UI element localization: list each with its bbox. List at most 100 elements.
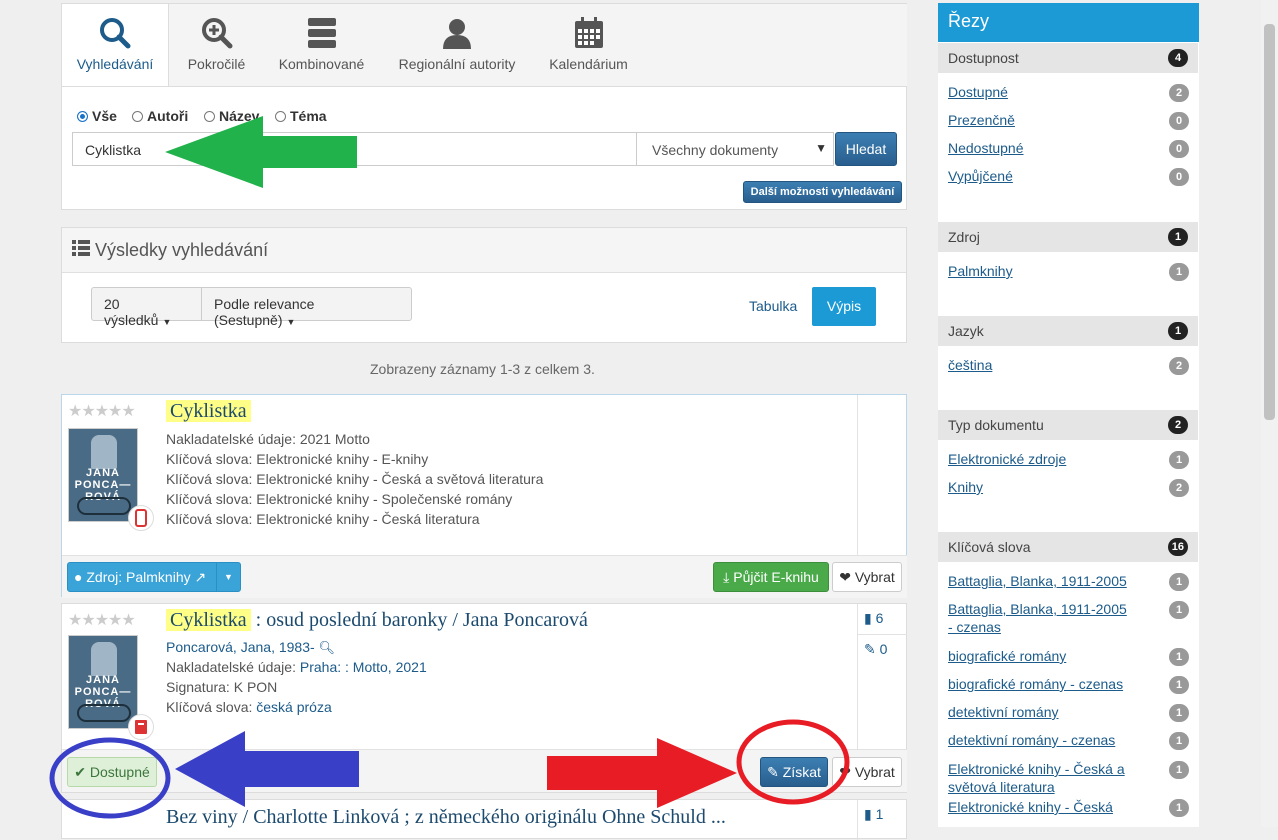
tab-label: Kombinované xyxy=(278,56,365,72)
user-icon xyxy=(443,19,471,49)
results-title: Výsledky vyhledávání xyxy=(95,240,269,260)
facet-item-link[interactable]: Elektronické zdroje xyxy=(948,450,1128,468)
external-link-icon: ↗ xyxy=(194,569,207,585)
edits-count[interactable]: ✎ 0 xyxy=(864,641,887,658)
facet-group-header[interactable]: Dostupnost 4 xyxy=(938,43,1198,73)
caret-down-icon: ▼ xyxy=(286,317,296,327)
results-header: Výsledky vyhledávání xyxy=(62,228,906,273)
facet-count-badge: 4 xyxy=(1168,49,1188,67)
record-title[interactable]: Cyklistka xyxy=(166,400,251,423)
pencil-icon: ✎ xyxy=(864,641,876,657)
facet-group-header[interactable]: Klíčová slova 16 xyxy=(938,532,1198,562)
facet-item-count-badge: 2 xyxy=(1169,84,1189,102)
sort-dropdown[interactable]: Podle relevance (Sestupně) ▼ xyxy=(201,287,412,328)
facet-item-count-badge: 1 xyxy=(1169,601,1189,619)
source-dropdown-toggle[interactable]: ▼ xyxy=(216,562,241,592)
red-circle-annotation xyxy=(736,719,850,805)
facet-item-link[interactable]: Battaglia, Blanka, 1911-2005 - czenas xyxy=(948,600,1128,636)
facet-item-link[interactable]: detektivní romány xyxy=(948,703,1128,721)
search-panel: Vyhledávání Pokročilé Kombinované Region… xyxy=(61,3,907,210)
results-summary: Zobrazeny záznamy 1-3 z celkem 3. xyxy=(370,361,595,377)
copies-count[interactable]: ▮ 6 xyxy=(864,610,883,632)
facet-item-link[interactable]: Battaglia, Blanka, 1911-2005 xyxy=(948,572,1128,590)
keyword-link[interactable]: česká próza xyxy=(256,699,331,715)
tab-calendar[interactable]: Kalendárium xyxy=(535,4,642,86)
caret-down-icon: ▼ xyxy=(224,572,233,582)
record-title[interactable]: Cyklistka : osud poslední baronky / Jana… xyxy=(166,609,588,632)
red-arrow-annotation xyxy=(547,738,737,808)
facet-count-badge: 2 xyxy=(1168,416,1188,434)
facet-item-link[interactable]: Elektronické knihy - Česká xyxy=(948,798,1128,816)
facet-item-count-badge: 2 xyxy=(1169,357,1189,375)
record-line: Klíčová slova: Elektronické knihy - Česk… xyxy=(166,471,544,487)
facet-item-count-badge: 1 xyxy=(1169,573,1189,591)
caret-down-icon: ▼ xyxy=(162,317,172,327)
facet-item-link[interactable]: čeština xyxy=(948,356,1128,374)
facet-sidebar: Řezy Dostupnost 4 Dostupné 2 Prezenčně 0 Nedos… xyxy=(938,3,1199,827)
facet-item-count-badge: 1 xyxy=(1169,704,1189,722)
server-icon xyxy=(307,18,336,48)
facet-count-badge: 16 xyxy=(1167,538,1188,556)
record-line: Klíčová slova: česká próza xyxy=(166,699,332,715)
download-icon: ⤓ xyxy=(723,569,730,585)
facet-item-link[interactable]: biografické romány xyxy=(948,647,1128,665)
tab-search[interactable]: Vyhledávání xyxy=(62,4,169,86)
source-button[interactable]: ● Zdroj: Palmknihy ↗ xyxy=(67,562,217,592)
facet-item-count-badge: 1 xyxy=(1169,761,1189,779)
tab-label: Regionální autority xyxy=(398,56,516,72)
rating-stars[interactable]: ★★★★★ xyxy=(68,401,136,421)
publisher-link[interactable]: Praha: : Motto, 2021 xyxy=(300,659,427,675)
record-line: Klíčová slova: Elektronické knihy - E-kn… xyxy=(166,451,429,467)
record-title[interactable]: Bez viny / Charlotte Linková ; z německé… xyxy=(166,806,726,829)
facet-count-badge: 1 xyxy=(1168,228,1188,246)
facet-item-count-badge: 1 xyxy=(1169,451,1189,469)
copies-count[interactable]: ▮ 1 xyxy=(864,806,883,823)
blue-arrow-annotation xyxy=(175,731,359,807)
tab-combined[interactable]: Kombinované xyxy=(264,4,379,86)
globe-icon: ● xyxy=(74,569,83,585)
record-line: Nakladatelské údaje: 2021 Motto xyxy=(166,431,370,447)
facet-item-link[interactable]: Dostupné xyxy=(948,83,1128,101)
facet-item-link[interactable]: biografické romány - czenas xyxy=(948,675,1128,693)
facet-group-header[interactable]: Typ dokumentu 2 xyxy=(938,410,1198,440)
more-options-button[interactable]: Další možnosti vyhledávání xyxy=(743,181,902,203)
select-button[interactable]: ❤ Vybrat xyxy=(832,562,902,592)
search-submit-button[interactable]: Hledat xyxy=(835,132,897,166)
facet-item-count-badge: 1 xyxy=(1169,676,1189,694)
facet-item-count-badge: 1 xyxy=(1169,799,1189,817)
rating-stars[interactable]: ★★★★★ xyxy=(68,610,136,630)
results-panel: Výsledky vyhledávání 20 výsledků ▼ Podle … xyxy=(61,227,907,343)
facet-item-link[interactable]: Elektronické knihy - Česká a světová lit… xyxy=(948,760,1128,796)
radio-dot xyxy=(77,110,88,122)
view-table-link[interactable]: Tabulka xyxy=(749,298,797,314)
facet-item-link[interactable]: Nedostupné xyxy=(948,139,1128,157)
per-page-dropdown[interactable]: 20 výsledků ▼ xyxy=(91,287,202,328)
book-cover[interactable]: JANA PONCA—ROVÁ xyxy=(68,635,138,729)
facet-item-link[interactable]: Vypůjčené xyxy=(948,167,1128,185)
tab-label: Vyhledávání xyxy=(76,56,154,72)
doc-type-select[interactable]: Všechny dokumenty ▼ xyxy=(636,132,834,166)
tab-label: Pokročilé xyxy=(187,56,246,72)
facet-sidebar-title: Řezy xyxy=(938,3,1199,42)
facet-item-link[interactable]: Knihy xyxy=(948,478,1128,496)
scrollbar-thumb[interactable] xyxy=(1264,24,1275,420)
tab-regional-authorities[interactable]: Regionální autority xyxy=(379,4,535,86)
facet-group-header[interactable]: Zdroj 1 xyxy=(938,222,1198,252)
record-author[interactable]: Poncarová, Jana, 1983- 🔍︎ xyxy=(166,639,335,656)
borrow-ebook-button[interactable]: ⤓ Půjčit E-knihu xyxy=(713,562,829,592)
record-line: Klíčová slova: Elektronické knihy - Česk… xyxy=(166,511,480,527)
facet-count-badge: 1 xyxy=(1168,322,1188,340)
facet-group-header[interactable]: Jazyk 1 xyxy=(938,316,1198,346)
facet-item-count-badge: 2 xyxy=(1169,479,1189,497)
radio-all[interactable]: Vše xyxy=(77,108,117,124)
book-cover[interactable]: JANA PONCA—ROVÁ xyxy=(68,428,138,522)
page-scrollbar[interactable] xyxy=(1261,0,1278,827)
facet-item-link[interactable]: Palmknihy xyxy=(948,262,1128,280)
view-list-button[interactable]: Výpis xyxy=(812,287,876,326)
facet-item-link[interactable]: Prezenčně xyxy=(948,111,1128,129)
search-icon[interactable]: 🔍︎ xyxy=(319,640,336,655)
zoom-plus-icon xyxy=(201,18,232,49)
ebook-icon xyxy=(128,505,154,531)
facet-item-link[interactable]: detektivní romány - czenas xyxy=(948,731,1128,749)
tab-advanced[interactable]: Pokročilé xyxy=(169,4,264,86)
